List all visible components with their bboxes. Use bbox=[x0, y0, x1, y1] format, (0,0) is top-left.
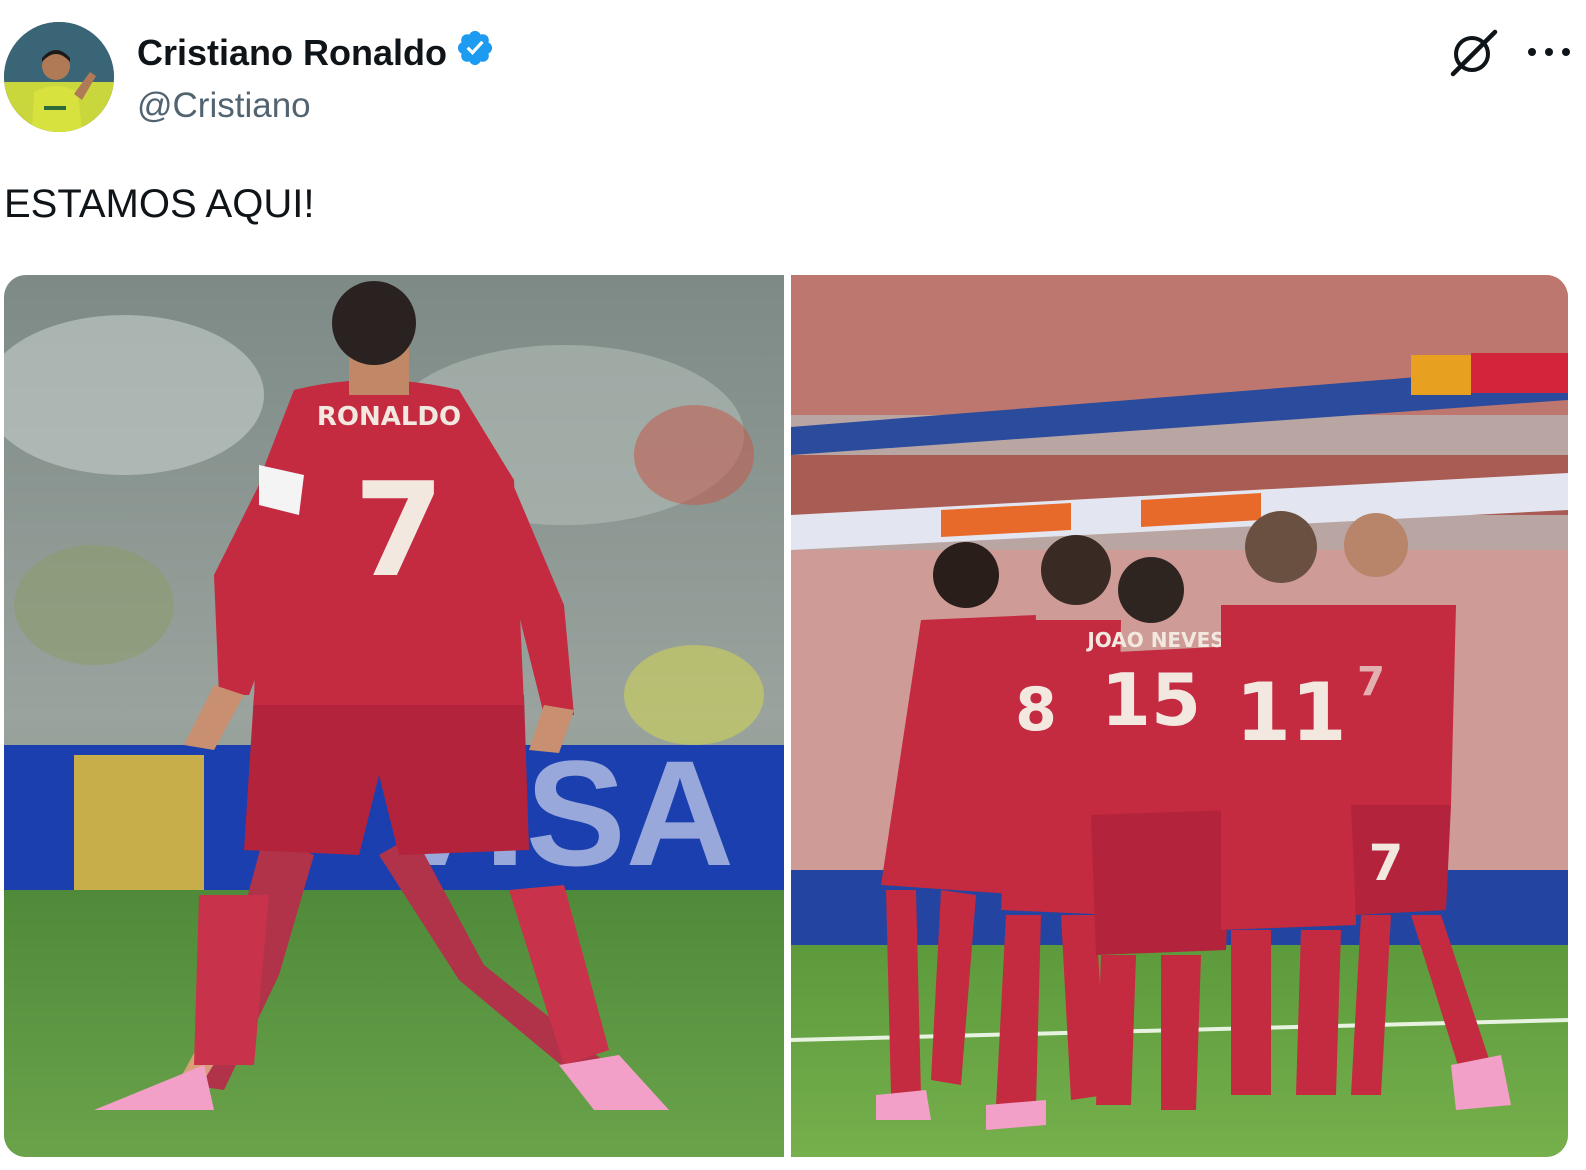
avatar-image bbox=[4, 22, 114, 132]
shirt-name-15: JOAO NEVES bbox=[1085, 628, 1224, 652]
shirt-number-8: 8 bbox=[1015, 675, 1057, 745]
tweet-text: ESTAMOS AQUI! bbox=[4, 182, 315, 226]
author-name[interactable]: Cristiano Ronaldo bbox=[137, 32, 447, 74]
author-name-row[interactable]: Cristiano Ronaldo bbox=[137, 28, 495, 77]
shirt-name: RONALDO bbox=[317, 402, 461, 432]
more-button[interactable] bbox=[1524, 26, 1574, 80]
author-handle[interactable]: @Cristiano bbox=[137, 86, 311, 126]
shirt-number-7-front: 7 bbox=[1357, 659, 1385, 705]
grok-button[interactable] bbox=[1447, 26, 1501, 80]
shirt-number-7-shorts: 7 bbox=[1369, 834, 1404, 892]
grok-icon bbox=[1450, 29, 1498, 77]
more-dots-icon bbox=[1528, 48, 1570, 56]
shirt-number: 7 bbox=[354, 454, 444, 606]
author-avatar[interactable] bbox=[4, 22, 114, 132]
verified-badge-icon bbox=[455, 28, 495, 77]
photo-team-celebration[interactable]: JOAO NEVES 15 8 11 7 7 bbox=[791, 275, 1568, 1157]
shirt-number-15: 15 bbox=[1101, 658, 1201, 742]
shirt-number-11: 11 bbox=[1235, 666, 1346, 759]
tweet-media: VISA RONALDO 7 JOAO NEVES 15 8 11 7 7 bbox=[4, 275, 1568, 1157]
photo-ronaldo-back[interactable]: VISA RONALDO 7 bbox=[4, 275, 784, 1157]
